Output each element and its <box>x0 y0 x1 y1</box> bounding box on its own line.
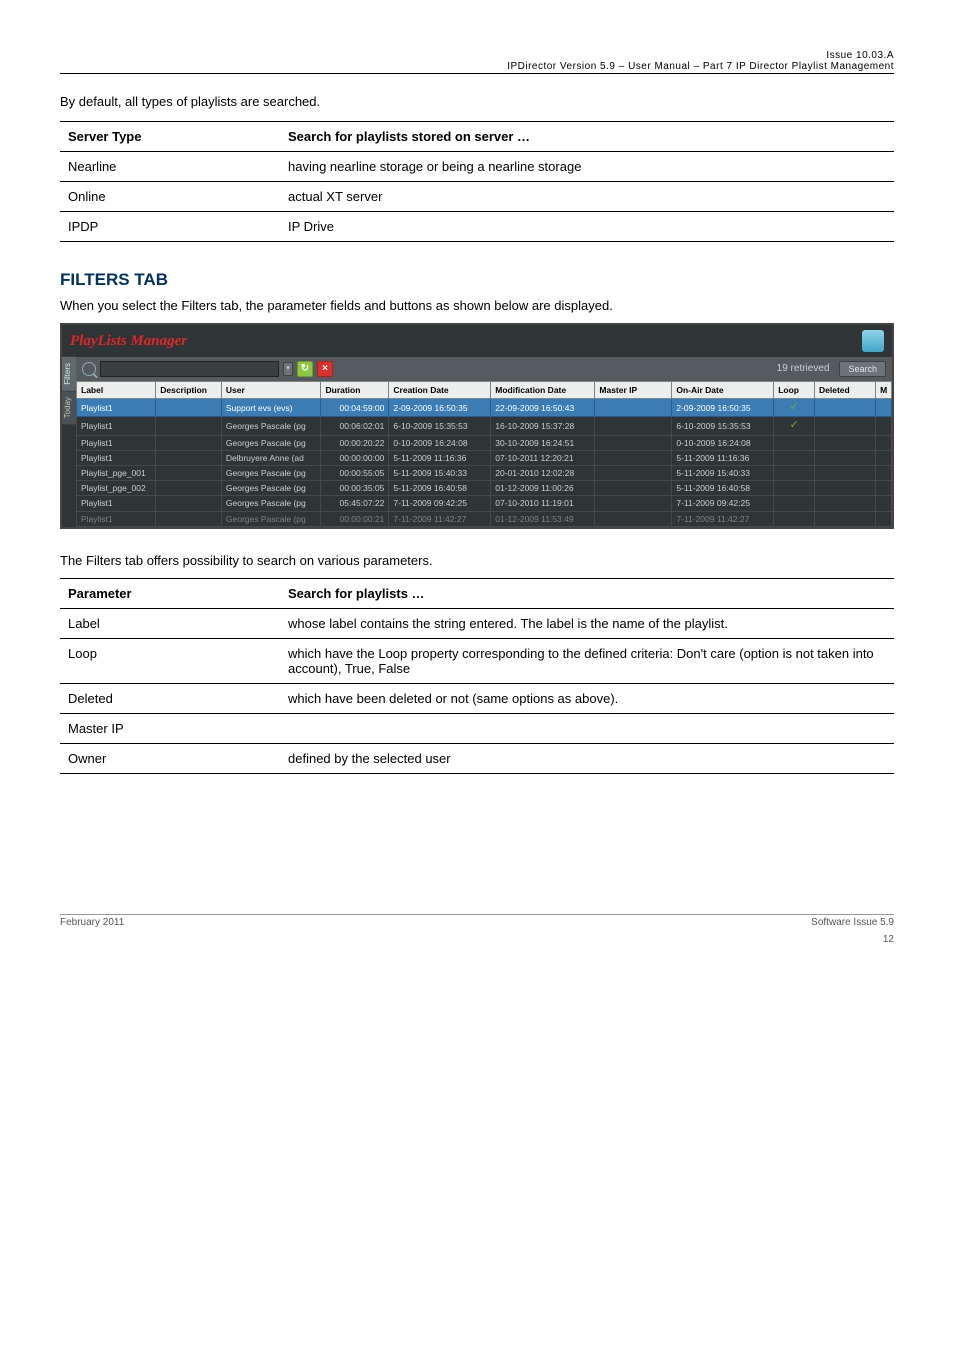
grid-col-header[interactable]: Loop <box>774 382 815 399</box>
param-desc-cell <box>280 713 894 743</box>
param-desc-cell: whose label contains the string entered.… <box>280 608 894 638</box>
grid-col-header[interactable]: Modification Date <box>491 382 595 399</box>
page-header: Issue 10.03.A IPDirector Version 5.9 – U… <box>60 50 894 74</box>
tab-filters[interactable]: Filters <box>62 357 76 391</box>
param-cell: Owner <box>60 743 280 773</box>
param-cell: Label <box>60 608 280 638</box>
param-desc-cell: which have the Loop property correspondi… <box>280 638 894 683</box>
check-icon: ✓ <box>778 401 810 414</box>
grid-col-header[interactable]: Master IP <box>595 382 672 399</box>
grid-col-header[interactable]: User <box>221 382 321 399</box>
grid-col-header[interactable]: Label <box>77 382 156 399</box>
table-row[interactable]: Playlist1Georges Pascale (pg00:06:02:016… <box>77 417 892 435</box>
server-types-table: Server Type Search for playlists stored … <box>60 121 894 242</box>
type-cell: IPDP <box>60 212 280 242</box>
param-desc-cell: which have been deleted or not (same opt… <box>280 683 894 713</box>
footer-page: 12 <box>60 934 894 945</box>
results-grid[interactable]: LabelDescriptionUserDurationCreation Dat… <box>76 381 892 527</box>
grid-col-header[interactable]: Creation Date <box>389 382 491 399</box>
grid-col-header[interactable]: Duration <box>321 382 389 399</box>
retrieved-count: 19 retrieved <box>777 363 830 375</box>
page-footer: February 2011 Software Issue 5.9 12 <box>60 914 894 945</box>
param-desc-cell: defined by the selected user <box>280 743 894 773</box>
search-input[interactable] <box>100 361 279 377</box>
col-server-type: Server Type <box>60 122 280 152</box>
search-button[interactable]: Search <box>839 361 886 377</box>
table-row[interactable]: Playlist1Georges Pascale (pg05:45:07:227… <box>77 496 892 511</box>
filters-params-table: Parameter Search for playlists … Labelwh… <box>60 578 894 774</box>
table-row[interactable]: Playlist1Georges Pascale (pg00:00:00:217… <box>77 511 892 526</box>
app-toolbar: ▾ ↻ × 19 retrieved Search <box>76 357 892 381</box>
filters-tagline: The Filters tab offers possibility to se… <box>60 553 894 568</box>
table-row[interactable]: Playlist1Georges Pascale (pg00:00:20:220… <box>77 435 892 450</box>
grid-col-header[interactable]: Description <box>156 382 222 399</box>
issue-label: Issue 10.03.A <box>826 50 894 61</box>
grid-col-header[interactable]: M <box>876 382 892 399</box>
param-cell: Master IP <box>60 713 280 743</box>
table-row[interactable]: Playlist1Delbruyere Anne (ad00:00:00:005… <box>77 450 892 465</box>
type-cell: Online <box>60 182 280 212</box>
grid-col-header[interactable]: On-Air Date <box>672 382 774 399</box>
col-parameter: Parameter <box>60 578 280 608</box>
table-row[interactable]: Playlist1Support evs (evs)00:04:59:002-0… <box>77 399 892 417</box>
param-cell: Deleted <box>60 683 280 713</box>
type-cell: Nearline <box>60 152 280 182</box>
product-label: IPDirector Version 5.9 – User Manual – P… <box>507 61 894 72</box>
intro-line: By default, all types of playlists are s… <box>60 94 894 109</box>
type-desc-cell: having nearline storage or being a nearl… <box>280 152 894 182</box>
side-tabs: Filters Today <box>62 357 76 527</box>
app-title: PlayLists Manager <box>70 332 187 350</box>
filters-tab-heading: FILTERS TAB <box>60 270 894 290</box>
tab-today[interactable]: Today <box>62 391 76 424</box>
clear-button[interactable]: × <box>317 361 333 377</box>
footer-right: Software Issue 5.9 <box>811 917 894 928</box>
col-search-for2: Search for playlists … <box>280 578 894 608</box>
type-desc-cell: IP Drive <box>280 212 894 242</box>
table-row[interactable]: Playlist_pge_001Georges Pascale (pg00:00… <box>77 465 892 480</box>
refresh-button[interactable]: ↻ <box>297 361 313 377</box>
type-desc-cell: actual XT server <box>280 182 894 212</box>
playlists-manager-panel: PlayLists Manager Filters Today ▾ ↻ × 19… <box>60 323 894 529</box>
app-logo-icon <box>862 330 884 352</box>
col-search-for: Search for playlists stored on server … <box>280 122 894 152</box>
filters-body: When you select the Filters tab, the par… <box>60 298 894 313</box>
grid-col-header[interactable]: Deleted <box>814 382 875 399</box>
search-icon <box>82 362 96 376</box>
param-cell: Loop <box>60 638 280 683</box>
dropdown-icon[interactable]: ▾ <box>283 362 293 376</box>
check-icon: ✓ <box>778 419 810 432</box>
table-row[interactable]: Playlist_pge_002Georges Pascale (pg00:00… <box>77 481 892 496</box>
footer-left: February 2011 <box>60 917 124 928</box>
